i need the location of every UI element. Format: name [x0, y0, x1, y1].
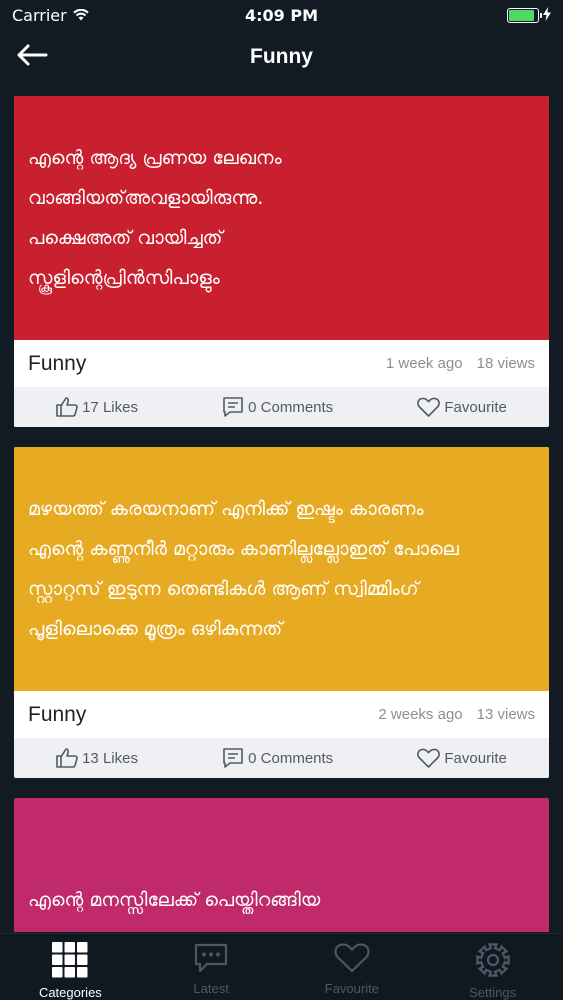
comments-button[interactable]: 0 Comments [222, 396, 333, 418]
post-text-line: പൂളിലൊക്കെ മൂത്രം ഒഴികുന്നത് [28, 618, 283, 640]
like-count: 17 Likes [82, 398, 138, 416]
thumbs-up-icon [56, 397, 78, 417]
comments-button[interactable]: 0 Comments [222, 747, 333, 769]
post-text-line [28, 842, 535, 878]
favourite-button[interactable]: Favourite [417, 748, 507, 768]
comment-icon [222, 396, 244, 418]
post-body[interactable]: എന്റെ ആദ്യ പ്രണയ ലേഖനം വാങ്ങിയത്അവളായിരുന… [14, 96, 549, 340]
tab-label: Settings [469, 985, 517, 1000]
post-actions: 13 Likes 0 Comments Favourite [14, 738, 549, 778]
heart-icon [417, 748, 441, 768]
post-card[interactable]: എന്റെ മനസ്സിലേക്ക് പെയ്തിറങ്ങിയ [14, 798, 549, 932]
status-bar: Carrier 4:09 PM [0, 0, 563, 30]
tab-latest[interactable]: Latest [151, 942, 271, 996]
post-text-line: സ്റ്റാറ്റസ് ഇടുന്ന തെണ്ടികൾ ആണ് സ്വിമ്മി… [28, 578, 419, 600]
battery-fill [509, 9, 535, 21]
tab-categories[interactable]: Categories [10, 942, 130, 1000]
post-text-line: എന്റെ മനസ്സിലേക്ക് പെയ്തിറങ്ങിയ [28, 889, 321, 911]
comment-icon [222, 747, 244, 769]
comment-count: 0 Comments [248, 398, 334, 416]
back-button[interactable] [14, 40, 50, 74]
post-actions: 17 Likes 0 Comments Favourite [14, 387, 549, 427]
post-time-ago: 2 weeks ago [378, 706, 463, 723]
post-stats: 1 week ago 18 views [386, 355, 535, 372]
post-time-ago: 1 week ago [385, 355, 463, 372]
like-count: 13 Likes [82, 749, 138, 767]
post-text-line: പക്ഷെഅത് വായിച്ചത് [28, 227, 223, 249]
thumbs-up-icon [56, 748, 78, 768]
post-meta: Funny 2 weeks ago 13 views [14, 691, 549, 738]
post-stats: 2 weeks ago 13 views [378, 706, 535, 723]
like-button[interactable]: 17 Likes [56, 397, 138, 417]
post-body[interactable]: എന്റെ മനസ്സിലേക്ക് പെയ്തിറങ്ങിയ [14, 798, 549, 932]
heart-icon [417, 397, 441, 417]
post-text-line: എന്റെ ആദ്യ പ്രണയ ലേഖനം [28, 147, 282, 169]
post-feed[interactable]: എന്റെ ആദ്യ പ്രണയ ലേഖനം വാങ്ങിയത്അവളായിരുന… [14, 96, 549, 932]
post-text-line: വാങ്ങിയത്അവളായിരുന്നു. [28, 187, 264, 209]
chat-icon [193, 942, 229, 977]
post-views: 13 views [476, 706, 535, 723]
post-card[interactable]: എന്റെ ആദ്യ പ്രണയ ലേഖനം വാങ്ങിയത്അവളായിരുന… [14, 96, 549, 427]
arrow-left-icon [16, 44, 48, 70]
post-card[interactable]: മഴയത്ത് കരയനാണ് എനിക്ക് ഇഷ്ടം കാരണം എന്റെ… [14, 447, 549, 778]
gear-icon [475, 942, 511, 981]
grid-icon [52, 942, 88, 981]
post-category: Funny [28, 351, 87, 375]
heart-icon [334, 942, 370, 977]
tab-favourite[interactable]: Favourite [292, 942, 412, 996]
post-text-line: മഴയത്ത് കരയനാണ് എനിക്ക് ഇഷ്ടം കാരണം [28, 498, 424, 520]
tab-label: Categories [38, 985, 102, 1000]
favourite-button[interactable]: Favourite [417, 397, 507, 417]
battery-icon [507, 7, 542, 23]
comment-count: 0 Comments [248, 749, 334, 767]
favourite-label: Favourite [444, 749, 507, 767]
nav-bar: Funny [0, 30, 563, 84]
favourite-label: Favourite [444, 398, 507, 416]
post-meta: Funny 1 week ago 18 views [14, 340, 549, 387]
status-time: 4:09 PM [244, 5, 318, 25]
post-text-line: സ്കൂളിന്റെപ്രിൻസിപാളും [28, 267, 220, 289]
post-text-line: എന്റെ കണ്ണുനീർ മറ്റാരും കാണില്ലല്ലോഇത് പ… [28, 538, 459, 560]
post-views: 18 views [476, 355, 535, 372]
post-body[interactable]: മഴയത്ത് കരയനാണ് എനിക്ക് ഇഷ്ടം കാരണം എന്റെ… [14, 447, 549, 691]
like-button[interactable]: 13 Likes [56, 748, 138, 768]
tab-settings[interactable]: Settings [433, 942, 553, 1000]
post-category: Funny [28, 702, 87, 726]
page-title: Funny [250, 45, 313, 68]
tab-label: Favourite [324, 981, 379, 996]
tab-bar: Categories Latest Favourite Settings [0, 933, 563, 1000]
tab-label: Latest [193, 981, 229, 996]
